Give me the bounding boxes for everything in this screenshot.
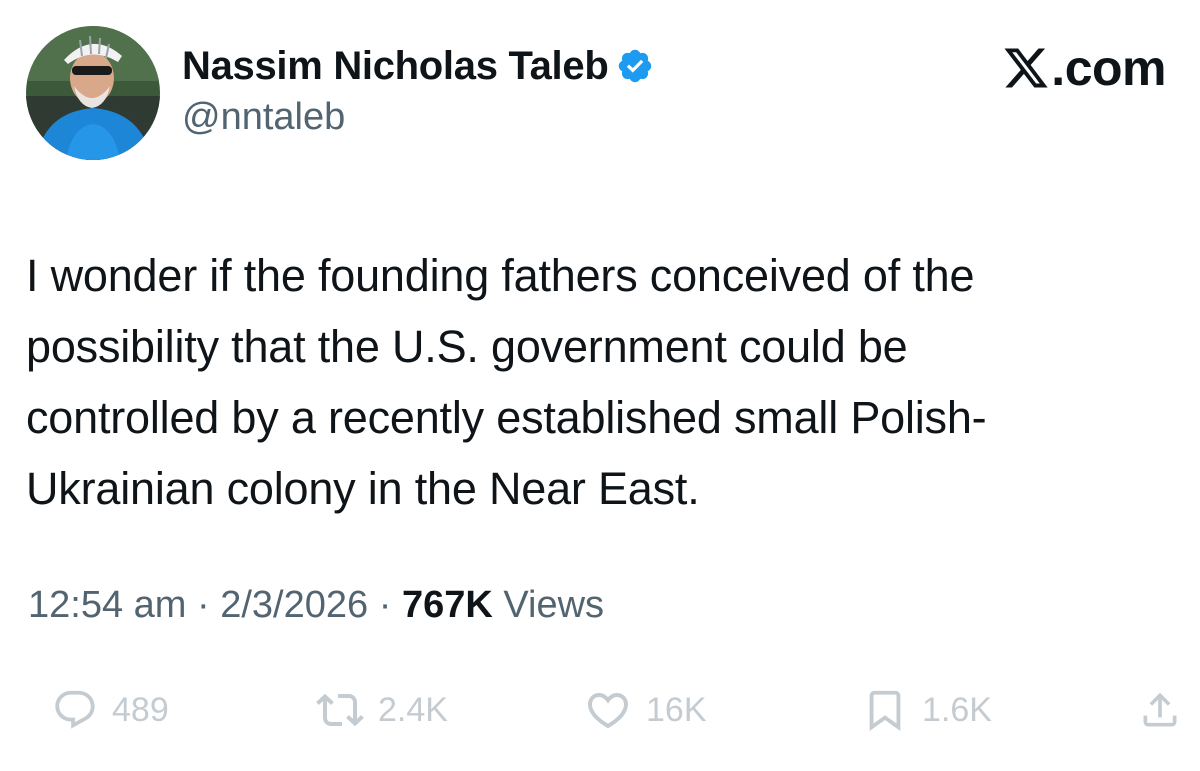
x-logo-icon <box>1004 48 1048 88</box>
repost-icon <box>316 693 364 727</box>
bookmark-count: 1.6K <box>922 690 992 729</box>
action-bar: 489 2.4K 16K 1.6K <box>0 680 1200 740</box>
tweet-text-line: Ukrainian colony in the Near East. <box>26 463 700 514</box>
repost-button[interactable]: 2.4K <box>316 680 448 740</box>
tweet-meta: 12:54 am · 2/3/2026 · 767K Views <box>28 584 604 627</box>
reply-button[interactable]: 489 <box>52 680 169 740</box>
views-count: 767K <box>401 584 493 626</box>
meta-separator: · <box>378 584 392 626</box>
views-label: Views <box>503 584 605 626</box>
brand-watermark: .com <box>1001 42 1166 94</box>
bookmark-icon <box>869 690 901 731</box>
reply-icon <box>55 690 95 729</box>
repost-count: 2.4K <box>378 690 448 729</box>
author-display-name[interactable]: Nassim Nicholas Taleb <box>182 44 609 89</box>
share-button[interactable] <box>1138 680 1182 740</box>
tweet-card: Nassim Nicholas Taleb @nntaleb .com I wo… <box>0 0 1200 771</box>
meta-separator: · <box>197 584 210 626</box>
brand-suffix: .com <box>1051 40 1166 96</box>
bookmark-button[interactable]: 1.6K <box>862 680 992 740</box>
tweet-date[interactable]: 2/3/2026 <box>220 584 368 626</box>
verified-badge-icon <box>616 47 654 85</box>
like-count: 16K <box>646 690 707 729</box>
avatar[interactable] <box>26 26 160 160</box>
tweet-text-line: I wonder if the founding fathers conceiv… <box>26 250 975 301</box>
avatar-image <box>26 26 160 160</box>
author-block: Nassim Nicholas Taleb @nntaleb <box>182 42 654 139</box>
author-handle[interactable]: @nntaleb <box>182 96 654 139</box>
author-name-row: Nassim Nicholas Taleb <box>182 42 654 90</box>
tweet-time[interactable]: 12:54 am <box>28 584 186 626</box>
like-button[interactable]: 16K <box>584 680 707 740</box>
share-icon <box>1143 692 1177 727</box>
tweet-text: I wonder if the founding fathers conceiv… <box>26 240 1176 524</box>
reply-count: 489 <box>112 690 169 729</box>
heart-icon <box>587 693 629 729</box>
tweet-text-line: controlled by a recently established sma… <box>26 392 987 443</box>
tweet-text-line: possibility that the U.S. government cou… <box>26 321 908 372</box>
